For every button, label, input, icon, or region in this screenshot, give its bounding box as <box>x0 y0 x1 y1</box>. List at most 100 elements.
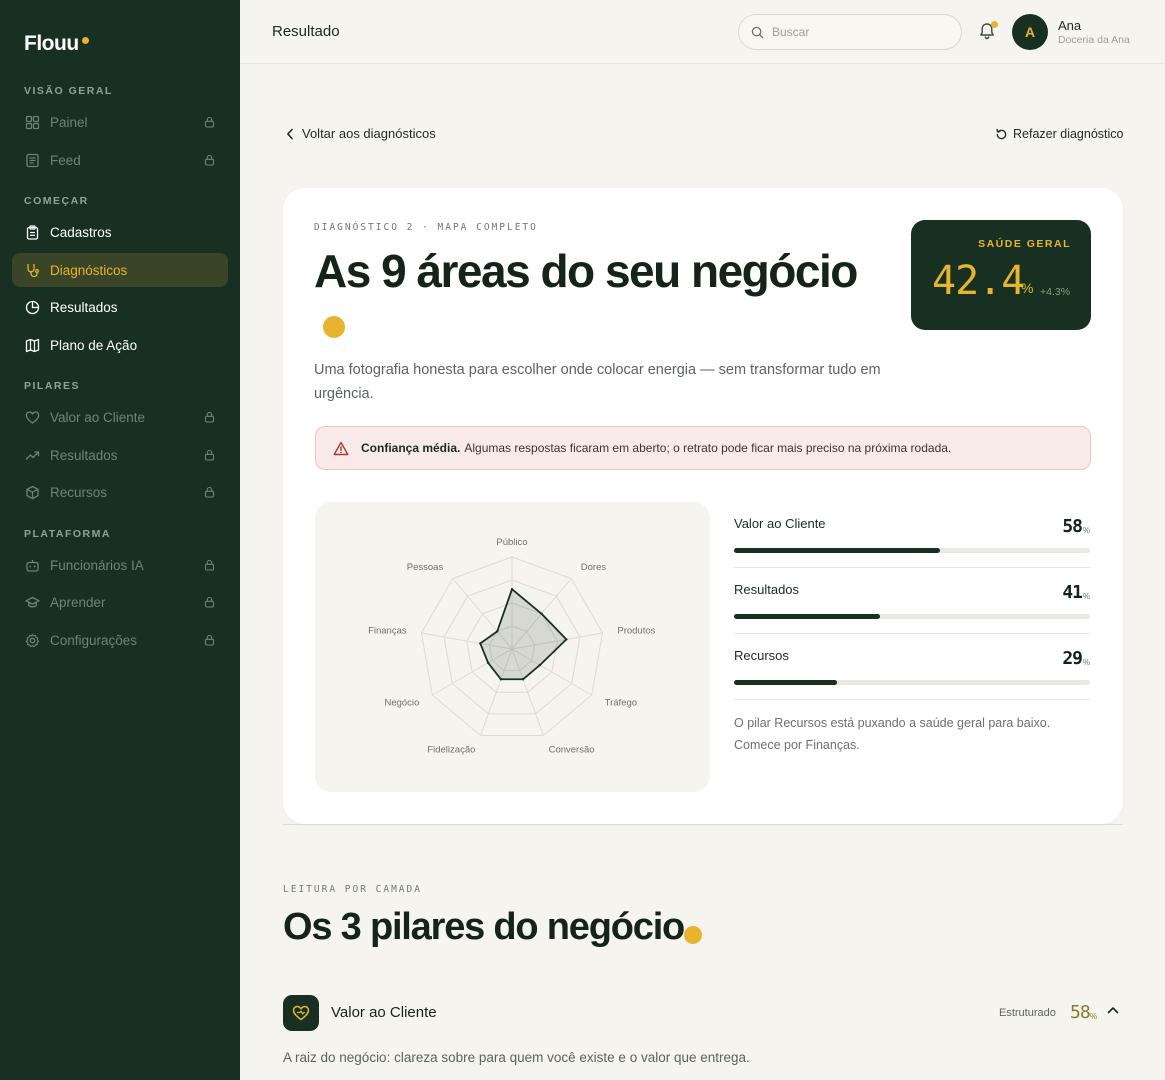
map-icon <box>24 337 40 353</box>
health-value: 42.4 <box>932 258 1025 304</box>
diagnostic-card: DIAGNÓSTICO 2 · MAPA COMPLETO As 9 áreas… <box>283 188 1123 824</box>
pillar-value: 41 <box>1062 582 1083 603</box>
accordion-status: Estruturado <box>999 1007 1056 1019</box>
radar-point <box>538 663 542 667</box>
search-icon <box>751 26 764 38</box>
health-badge: SAÚDE GERAL 42.4 % +4.3% <box>911 220 1091 330</box>
pillar-accordion-header[interactable]: Valor ao Cliente Estruturado 58 % <box>283 995 1123 1031</box>
sidebar-item[interactable]: Resultados <box>12 290 228 324</box>
sidebar-item[interactable]: Cadastros <box>12 215 228 249</box>
radar-point <box>521 678 525 681</box>
card-title: As 9 áreas do seu negócio <box>314 245 858 297</box>
sidebar-item[interactable]: Feed <box>12 143 228 177</box>
search-input[interactable] <box>772 25 942 39</box>
accordion-title: Valor ao Cliente <box>331 1004 437 1021</box>
radar-axis-label: Tráfego <box>605 698 637 709</box>
search-box[interactable] <box>738 14 962 50</box>
sidebar-section-label: VISÃO GERAL <box>24 85 113 97</box>
sidebar-item[interactable]: Painel <box>12 105 228 139</box>
trending-up-icon <box>24 447 40 463</box>
sidebar-item-label: Configurações <box>50 632 138 648</box>
lock-icon <box>204 596 216 608</box>
pillar-unit: % <box>1082 592 1090 601</box>
sidebar-item[interactable]: Valor ao Cliente <box>12 400 228 434</box>
radar-axis-label: Conversão <box>549 745 595 756</box>
sidebar-item[interactable]: Resultados <box>12 438 228 472</box>
sidebar-item-label: Feed <box>50 152 81 168</box>
title-accent-dot <box>323 316 345 338</box>
pillar-row[interactable]: Valor ao Cliente 58% <box>734 502 1090 568</box>
back-to-diagnostics-link[interactable]: Voltar aos diagnósticos <box>286 126 436 141</box>
sidebar-item[interactable]: Plano de Ação <box>12 328 228 362</box>
lock-icon <box>204 559 216 571</box>
radar-chart-box: Público Dores Produtos Tráfego Conversão Fide… <box>315 502 710 792</box>
chevron-up-icon[interactable] <box>1107 1006 1119 1014</box>
sidebar-item[interactable]: Diagnósticos <box>12 253 228 287</box>
lock-icon <box>204 154 216 166</box>
lock-icon <box>204 116 216 128</box>
pillar-name: Valor ao Cliente <box>734 516 826 531</box>
topbar: Resultado A Ana Doceria da Ana <box>240 0 1165 64</box>
user-name: Ana <box>1058 18 1082 33</box>
radar-axis-label: Negócio <box>384 698 419 709</box>
pillar-progress-fill <box>734 548 941 553</box>
card-description: Uma fotografia honesta para escolher ond… <box>314 362 881 402</box>
user-company: Doceria da Ana <box>1058 34 1130 46</box>
pillar-name: Resultados <box>734 582 800 597</box>
alert-text: Algumas respostas ficaram em aberto; o r… <box>464 441 952 455</box>
radar-axis-label: Pessoas <box>407 562 444 573</box>
clipboard-icon <box>24 224 40 240</box>
sidebar-item-label: Plano de Ação <box>50 337 138 353</box>
brand-logo[interactable]: Flouu <box>24 32 89 56</box>
radar-point <box>510 588 514 591</box>
sidebar-item-label: Aprender <box>50 594 106 610</box>
radar-axis-label: Dores <box>581 562 607 573</box>
avatar[interactable]: A <box>1012 14 1048 50</box>
notification-dot <box>991 21 998 28</box>
health-label: SAÚDE GERAL <box>978 238 1071 250</box>
accordion-value: 58 <box>1070 1002 1091 1023</box>
pillar-row[interactable]: Resultados 41% <box>734 568 1090 634</box>
radar-chart: Público Dores Produtos Tráfego Conversão Fide… <box>368 537 656 756</box>
stethoscope-icon <box>24 262 40 278</box>
graduation-cap-icon <box>24 594 40 610</box>
grid-icon <box>24 114 40 130</box>
pillar-progress-fill <box>734 680 838 685</box>
sidebar-item[interactable]: Funcionários IA <box>12 548 228 582</box>
accordion-description: A raiz do negócio: clareza sobre para qu… <box>283 1050 750 1065</box>
confidence-alert: Confiança média. Algumas respostas ficar… <box>315 426 1091 470</box>
sidebar-item[interactable]: Recursos <box>12 475 228 509</box>
newspaper-icon <box>24 152 40 168</box>
sidebar-item-label: Cadastros <box>50 224 112 240</box>
warning-icon <box>333 441 349 455</box>
pillar-list: Valor ao Cliente 58% Resultados 41% Recursos… <box>734 502 1090 752</box>
accordion-unit: % <box>1090 1012 1098 1021</box>
section-divider <box>283 824 1123 825</box>
sidebar-item[interactable]: Configurações <box>12 623 228 657</box>
redo-diagnostic-link[interactable]: Refazer diagnóstico <box>995 127 1123 141</box>
pillar-unit: % <box>1082 526 1090 535</box>
radar-point <box>486 661 490 664</box>
heart-icon <box>283 995 319 1031</box>
sidebar-item[interactable]: Aprender <box>12 585 228 619</box>
sidebar-item-label: Funcionários IA <box>50 557 144 573</box>
sidebar: Flouu VISÃO GERAL Painel Feed COMEÇAR Cadast… <box>0 0 240 1080</box>
pillar-progress-track <box>734 614 1090 619</box>
sidebar-section-label: COMEÇAR <box>24 195 89 207</box>
sidebar-item-label: Recursos <box>50 484 108 500</box>
layers-eyebrow: LEITURA POR CAMADA <box>283 884 422 895</box>
radar-point <box>499 678 503 681</box>
bot-icon <box>24 557 40 573</box>
radar-axis-label: Produtos <box>617 625 655 636</box>
pillar-row[interactable]: Recursos 29% <box>734 634 1090 700</box>
alert-title: Confiança média. <box>361 441 461 455</box>
radar-axis-label: Público <box>496 537 527 548</box>
sidebar-item-label: Painel <box>50 114 88 130</box>
card-eyebrow: DIAGNÓSTICO 2 · MAPA COMPLETO <box>314 222 538 233</box>
pie-chart-icon <box>24 299 40 315</box>
pillar-progress-fill <box>734 614 880 619</box>
sidebar-item-label: Resultados <box>50 299 118 315</box>
radar-point <box>540 612 543 615</box>
refresh-icon <box>996 128 1007 139</box>
sidebar-item-label: Diagnósticos <box>50 262 128 278</box>
